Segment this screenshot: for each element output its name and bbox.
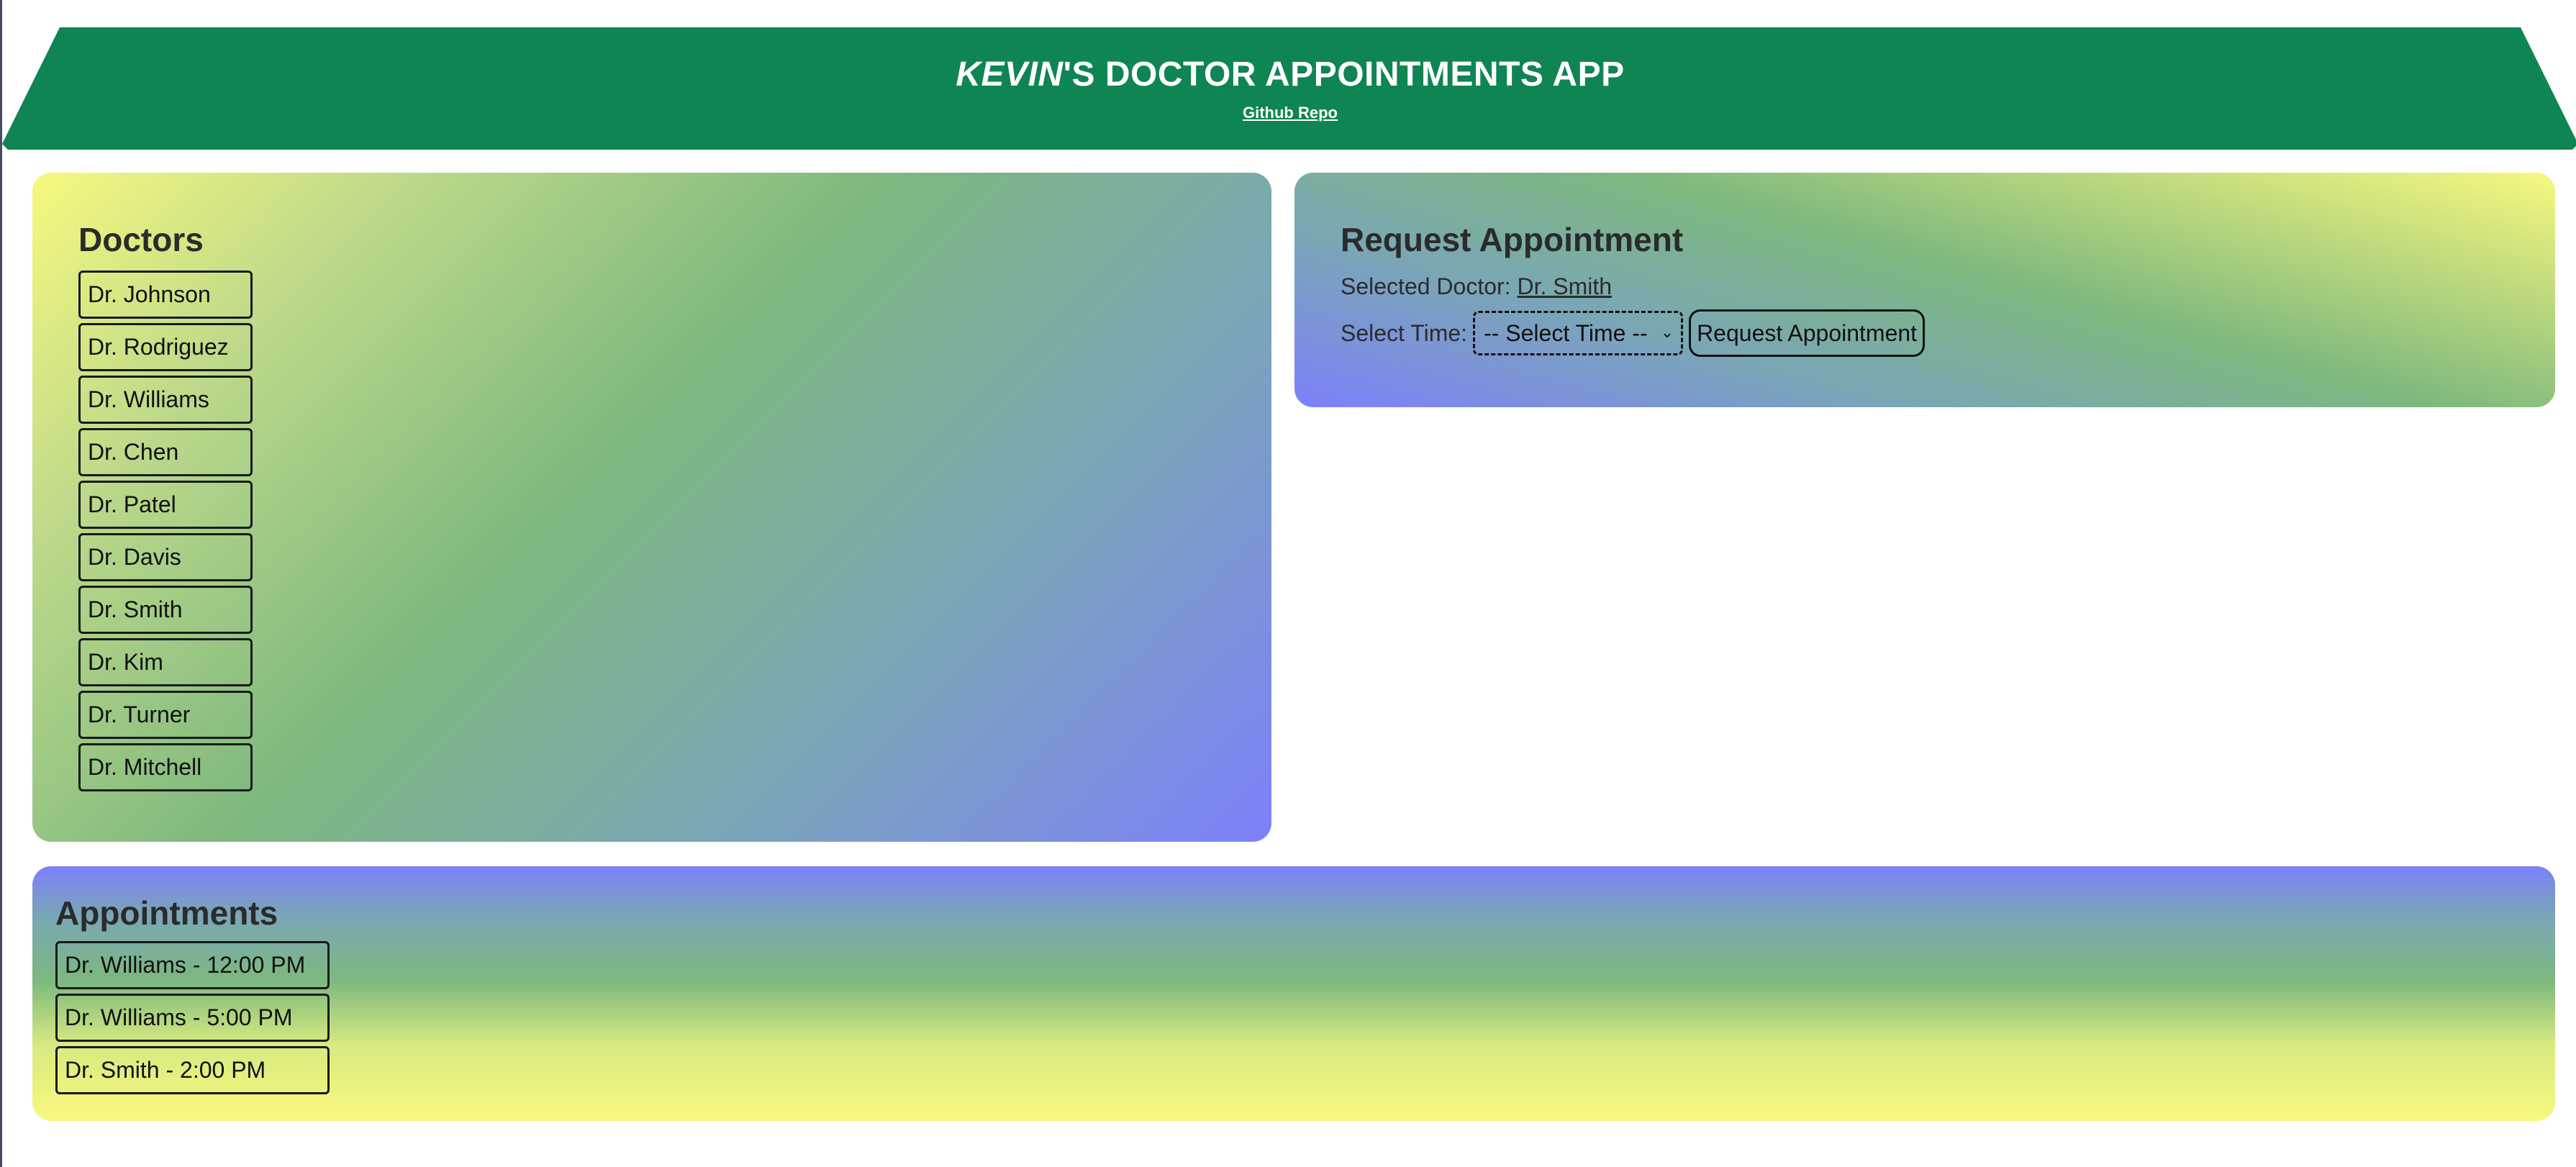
doctor-button-mitchell[interactable]: Dr. Mitchell (78, 743, 253, 791)
appointment-list: Dr. Williams - 12:00 PM Dr. Williams - 5… (55, 941, 330, 1094)
appointment-item[interactable]: Dr. Smith - 2:00 PM (55, 1046, 330, 1094)
doctor-button-chen[interactable]: Dr. Chen (78, 428, 253, 476)
chevron-down-icon: ⌄ (1660, 323, 1674, 341)
time-row: Select Time: -- Select Time -- ⌄ Request… (1341, 309, 1926, 357)
doctors-title: Doctors (78, 221, 204, 258)
selected-doctor-label: Selected Doctor: (1341, 273, 1511, 299)
request-appointment-button[interactable]: Request Appointment (1689, 309, 1926, 357)
doctor-button-smith[interactable]: Dr. Smith (78, 586, 253, 634)
time-select[interactable]: -- Select Time -- ⌄ (1473, 311, 1684, 355)
request-title: Request Appointment (1341, 221, 1684, 258)
doctor-button-turner[interactable]: Dr. Turner (78, 691, 253, 739)
appointment-item[interactable]: Dr. Williams - 5:00 PM (55, 994, 330, 1042)
request-appointment-panel: Request Appointment Selected Doctor: Dr.… (1294, 173, 2555, 407)
doctor-button-kim[interactable]: Dr. Kim (78, 638, 253, 686)
github-repo-link[interactable]: Github Repo (2, 104, 2576, 122)
app-title-rest: 'S DOCTOR APPOINTMENTS APP (1063, 55, 1625, 94)
doctors-panel: Doctors Dr. Johnson Dr. Rodriguez Dr. Wi… (32, 173, 1271, 842)
doctor-button-davis[interactable]: Dr. Davis (78, 533, 253, 581)
doctor-button-williams[interactable]: Dr. Williams (78, 376, 253, 424)
selected-doctor-line: Selected Doctor: Dr. Smith (1341, 273, 1612, 300)
appointments-panel: Appointments Dr. Williams - 12:00 PM Dr.… (32, 866, 2555, 1121)
select-time-label: Select Time: (1341, 319, 1468, 346)
doctor-button-patel[interactable]: Dr. Patel (78, 481, 253, 529)
time-select-value: -- Select Time -- (1484, 319, 1648, 346)
appointments-title: Appointments (55, 894, 278, 932)
page: KEVIN'S DOCTOR APPOINTMENTS APP Github R… (0, 0, 2576, 1167)
appointment-item[interactable]: Dr. Williams - 12:00 PM (55, 941, 330, 989)
app-title: KEVIN'S DOCTOR APPOINTMENTS APP (2, 55, 2576, 94)
doctor-button-rodriguez[interactable]: Dr. Rodriguez (78, 323, 253, 371)
selected-doctor-link[interactable]: Dr. Smith (1517, 273, 1612, 299)
app-title-italic: KEVIN (956, 55, 1063, 94)
doctor-list: Dr. Johnson Dr. Rodriguez Dr. Williams D… (78, 271, 253, 791)
header-content: KEVIN'S DOCTOR APPOINTMENTS APP Github R… (2, 27, 2576, 150)
app-header: KEVIN'S DOCTOR APPOINTMENTS APP Github R… (2, 27, 2576, 150)
doctor-button-johnson[interactable]: Dr. Johnson (78, 271, 253, 319)
